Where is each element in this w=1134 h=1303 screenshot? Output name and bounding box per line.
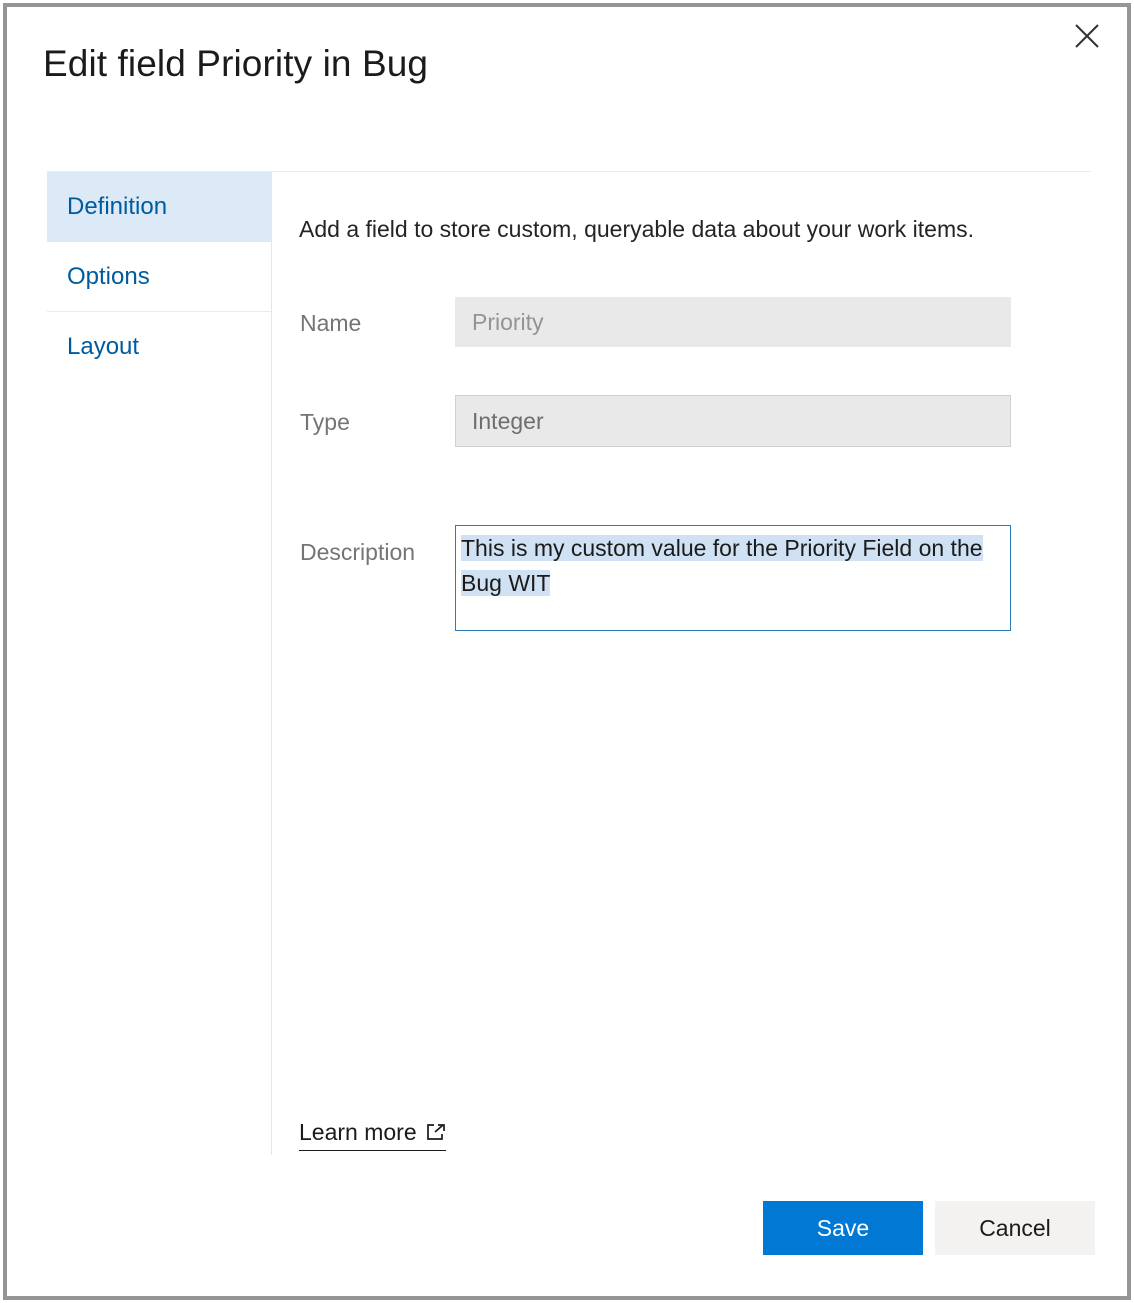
type-input-value: Integer — [472, 408, 544, 435]
external-link-icon — [426, 1123, 446, 1143]
edit-field-dialog: Edit field Priority in Bug Definition Op… — [3, 3, 1131, 1300]
learn-more-link[interactable]: Learn more — [299, 1119, 446, 1151]
sidebar-divider — [271, 171, 272, 1155]
save-button[interactable]: Save — [763, 1201, 923, 1255]
sidebar-item-label: Layout — [67, 333, 139, 361]
close-icon — [1074, 23, 1100, 49]
name-input[interactable]: Priority — [455, 297, 1011, 347]
type-input[interactable]: Integer — [455, 395, 1011, 447]
dialog-footer: Save Cancel — [7, 1201, 1127, 1261]
dialog-sidebar: Definition Options Layout — [47, 172, 271, 382]
cancel-button[interactable]: Cancel — [935, 1201, 1095, 1255]
type-label: Type — [300, 409, 350, 436]
description-label: Description — [300, 539, 415, 566]
description-textarea[interactable]: This is my custom value for the Priority… — [455, 525, 1011, 631]
name-input-value: Priority — [472, 309, 544, 336]
dialog-header: Edit field Priority in Bug — [7, 7, 1127, 167]
sidebar-item-layout[interactable]: Layout — [47, 312, 271, 382]
sidebar-item-label: Options — [67, 263, 150, 291]
sidebar-item-options[interactable]: Options — [47, 242, 271, 312]
sidebar-item-label: Definition — [67, 193, 167, 221]
description-value: This is my custom value for the Priority… — [461, 535, 983, 596]
content-description: Add a field to store custom, queryable d… — [299, 216, 974, 243]
sidebar-item-definition[interactable]: Definition — [47, 172, 271, 242]
dialog-inner: Edit field Priority in Bug Definition Op… — [7, 7, 1127, 1296]
name-label: Name — [300, 310, 361, 337]
page-title: Edit field Priority in Bug — [43, 43, 428, 85]
learn-more-label: Learn more — [299, 1119, 417, 1146]
description-selected-text: This is my custom value for the Priority… — [461, 535, 983, 596]
close-button[interactable] — [1065, 15, 1109, 57]
